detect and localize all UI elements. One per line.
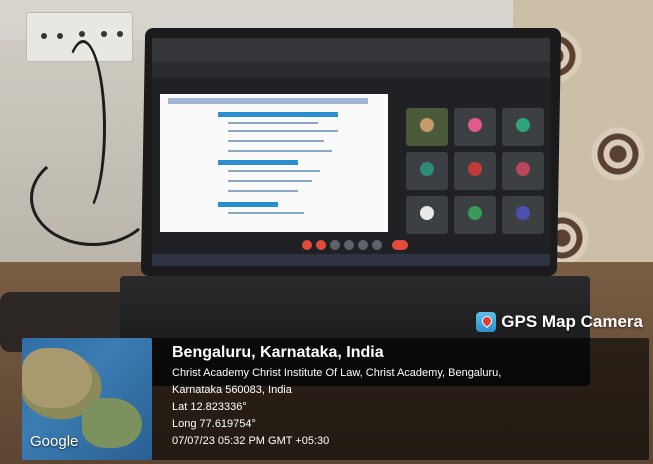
- address-line-2: Karnataka 560083, India: [172, 384, 292, 396]
- latitude: Lat 12.823336°: [172, 401, 247, 413]
- meeting-header-bar: [152, 62, 550, 78]
- timestamp: 07/07/23 05:32 PM GMT +05:30: [172, 435, 330, 447]
- google-logo: Google: [30, 433, 79, 450]
- charger-cable-2: [60, 40, 106, 216]
- location-map-thumbnail: Google: [22, 338, 152, 460]
- address-line-1: Christ Academy Christ Institute Of Law, …: [172, 367, 502, 379]
- browser-tab-bar: [152, 38, 550, 62]
- map-pin-camera-icon: [476, 312, 497, 332]
- photo-scene: Google GPS Map Camera Bengaluru, Karnata…: [0, 0, 653, 464]
- city-title: Bengaluru, Karnataka, India: [172, 344, 384, 361]
- location-details: Bengaluru, Karnataka, India Christ Acade…: [172, 344, 501, 450]
- os-taskbar: [152, 254, 550, 266]
- participant-tiles: [406, 108, 546, 238]
- meeting-controls: [302, 240, 412, 252]
- brand-name: GPS Map Camera: [501, 312, 643, 331]
- longitude: Long 77.619754°: [172, 418, 256, 430]
- shared-presentation-slide: [160, 94, 388, 232]
- gps-map-camera-watermark: GPS Map Camera: [476, 312, 643, 332]
- laptop-screen: [152, 38, 550, 266]
